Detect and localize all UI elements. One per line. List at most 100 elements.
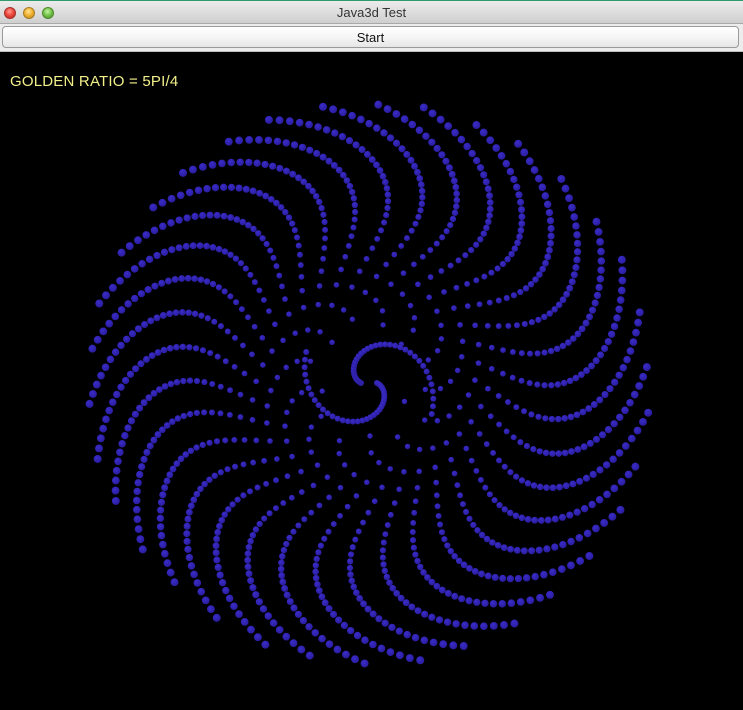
spiral-dot <box>348 233 355 240</box>
spiral-dot <box>379 554 387 561</box>
spiral-dot <box>145 394 153 402</box>
spiral-dot <box>597 266 605 274</box>
spiral-dot <box>211 184 220 192</box>
spiral-dot <box>639 417 647 426</box>
spiral-dot <box>484 572 492 580</box>
spiral-dot <box>183 522 191 530</box>
java3d-canvas[interactable]: GOLDEN RATIO = 5PI/4 <box>0 52 743 710</box>
spiral-dot <box>524 480 532 487</box>
spiral-dot <box>459 338 466 345</box>
spiral-dot <box>437 385 444 392</box>
spiral-dot <box>130 265 139 273</box>
spiral-dot <box>596 237 604 246</box>
spiral-dot <box>289 220 296 227</box>
swirl-dot <box>302 371 309 378</box>
spiral-dot <box>520 148 529 157</box>
spiral-dot <box>542 449 550 457</box>
spiral-dot <box>483 224 490 232</box>
spiral-dot <box>275 626 284 634</box>
spiral-dot <box>174 415 182 422</box>
spiral-dot <box>128 330 137 338</box>
spiral-dot <box>244 563 252 571</box>
spiral-dot <box>218 579 227 587</box>
spiral-dot <box>374 235 381 242</box>
spiral-dot <box>596 396 604 404</box>
spiral-dot <box>105 319 114 328</box>
spiral-dot <box>515 191 523 199</box>
spiral-dot <box>367 433 373 439</box>
spiral-dot <box>505 322 512 329</box>
spiral-dot <box>240 342 246 349</box>
spiral-dot <box>547 239 555 247</box>
spiral-dot <box>167 219 175 227</box>
spiral-dot <box>418 187 426 195</box>
spiral-dot <box>235 136 244 145</box>
spiral-dot <box>573 239 582 248</box>
spiral-dot <box>538 183 547 192</box>
spiral-dot <box>132 365 140 373</box>
spiral-dot <box>221 248 229 255</box>
spiral-dot <box>415 281 421 288</box>
spiral-dot <box>516 233 523 241</box>
spiral-dot <box>133 487 141 496</box>
spiral-dot <box>317 329 323 335</box>
spiral-dot <box>347 551 355 558</box>
spiral-dot <box>410 544 418 551</box>
toolbar: Start <box>0 24 743 52</box>
spiral-dot <box>273 263 280 270</box>
spiral-dot <box>383 261 389 268</box>
spiral-dot <box>447 547 454 555</box>
spiral-dot <box>132 496 141 505</box>
spiral-dot <box>555 415 562 423</box>
spiral-dot <box>189 165 197 174</box>
spiral-dot <box>347 558 354 565</box>
spiral-dot <box>131 294 139 303</box>
spiral-dot <box>499 574 507 582</box>
spiral-dot <box>350 224 357 231</box>
spiral-dot <box>317 542 324 549</box>
spiral-dot <box>251 279 258 286</box>
start-button[interactable]: Start <box>2 26 739 48</box>
spiral-dot <box>222 358 229 365</box>
title-bar[interactable]: Java3d Test <box>0 0 743 24</box>
spiral-dot <box>512 512 520 519</box>
spiral-dot <box>183 537 191 545</box>
spiral-dot <box>308 449 315 455</box>
spiral-dot <box>325 157 333 165</box>
spiral-dot <box>535 316 542 323</box>
spiral-dot <box>492 144 501 152</box>
spiral-dot <box>307 358 314 364</box>
spiral-dot <box>618 276 627 285</box>
spiral-dot <box>264 612 272 620</box>
spiral-dot <box>448 456 454 463</box>
spiral-dot <box>454 367 461 374</box>
spiral-dot <box>203 278 211 285</box>
spiral-dot <box>387 466 393 472</box>
spiral-dot <box>547 232 555 240</box>
spiral-dot <box>629 338 638 346</box>
spiral-dot <box>442 157 450 165</box>
spiral-dot <box>415 213 422 221</box>
spiral-dot <box>264 136 273 145</box>
spiral-dot <box>537 517 545 524</box>
spiral-dot <box>575 534 584 542</box>
spiral-dot <box>408 227 415 234</box>
spiral-dot <box>345 243 352 249</box>
spiral-dot <box>473 156 481 165</box>
spiral-dot <box>536 483 544 491</box>
spiral-dot <box>264 115 273 124</box>
spiral-dot <box>324 474 331 480</box>
spiral-dot <box>471 568 479 575</box>
spiral-dot <box>446 413 452 419</box>
spiral-dot <box>153 251 161 260</box>
spiral-dot <box>443 228 450 235</box>
spiral-dot <box>412 498 419 505</box>
spiral-dot <box>97 371 105 380</box>
spiral-dot <box>163 559 172 567</box>
spiral-dot <box>468 247 475 254</box>
spiral-dot <box>509 374 516 381</box>
spiral-dot <box>272 321 278 328</box>
spiral-dot <box>604 425 613 434</box>
spiral-dot <box>207 349 214 357</box>
spiral-dot <box>421 610 429 618</box>
